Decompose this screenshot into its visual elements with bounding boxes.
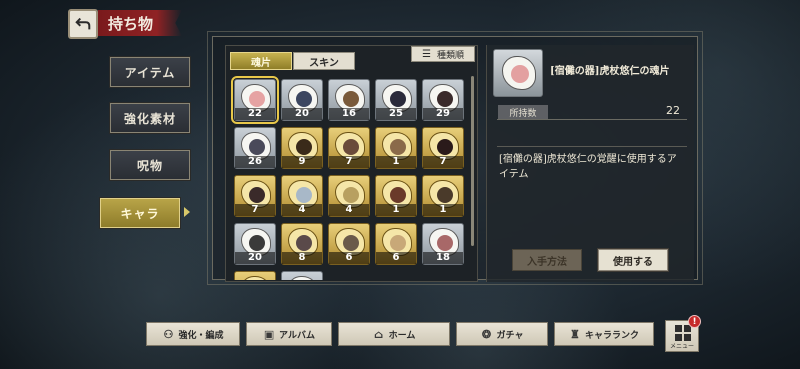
bottom-nav: ⚇ 強化・編成 ▣ アルバム ⌂ ホーム ❂ ガチャ ♜ キャラランク: [146, 322, 660, 346]
nav-rank-label: キャラランク: [584, 330, 639, 341]
active-tab-arrow-icon: [184, 207, 190, 217]
item-slot[interactable]: 22: [231, 76, 279, 124]
item-count: 1: [423, 204, 463, 216]
back-arrow-icon: [75, 17, 91, 30]
item-count: 16: [329, 108, 369, 120]
soul-fragment-icon: [502, 56, 536, 90]
item-count: 4: [282, 204, 322, 216]
soul-fragment-icon: [241, 276, 271, 280]
item-count: 20: [282, 108, 322, 120]
side-tab-cursed-object[interactable]: 呪物: [109, 149, 191, 181]
obtain-method-button[interactable]: 入手方法: [512, 249, 582, 271]
item-slot[interactable]: 6: [328, 223, 370, 265]
item-count: 6: [376, 252, 416, 264]
tab-soul-fragment[interactable]: 魂片: [230, 52, 292, 70]
item-slot[interactable]: 29: [422, 79, 464, 121]
item-count: 8: [282, 252, 322, 264]
item-slot[interactable]: 4: [328, 175, 370, 217]
item-slot[interactable]: [234, 271, 276, 280]
item-slot[interactable]: 8: [281, 223, 323, 265]
side-tab-material[interactable]: 強化素材: [109, 102, 191, 134]
item-slot[interactable]: 1: [375, 175, 417, 217]
item-slot[interactable]: 4: [281, 175, 323, 217]
detail-divider: [497, 146, 687, 147]
nav-gacha-button[interactable]: ❂ ガチャ: [456, 322, 548, 346]
detail-description: [宿儺の器]虎杖悠仁の覚醒に使用するアイテム: [499, 154, 677, 180]
page-title: 持ち物: [98, 10, 182, 36]
item-slot[interactable]: 1: [422, 175, 464, 217]
item-count: 1: [376, 156, 416, 168]
menu-grid-icon: [675, 325, 691, 341]
sort-icon: ☰: [422, 48, 431, 60]
grid-scrollbar[interactable]: [471, 76, 474, 246]
nav-album-label: アルバム: [279, 330, 315, 341]
item-slot[interactable]: 7: [422, 127, 464, 169]
item-slot[interactable]: 20: [234, 223, 276, 265]
sort-button[interactable]: ☰ 種類順: [411, 46, 475, 62]
menu-label: メニュー: [669, 343, 694, 350]
item-count: 7: [423, 156, 463, 168]
item-count: 7: [235, 204, 275, 216]
sort-button-label: 種類順: [436, 50, 464, 61]
album-icon: ▣: [263, 327, 275, 341]
owned-label: 所持数: [498, 105, 548, 119]
item-count: 22: [235, 108, 275, 120]
back-button[interactable]: [68, 9, 98, 39]
nav-home-button[interactable]: ⌂ ホーム: [338, 322, 450, 346]
soul-fragment-icon: [288, 276, 318, 280]
nav-gacha-label: ガチャ: [496, 330, 524, 341]
item-slot[interactable]: 6: [375, 223, 417, 265]
item-slot[interactable]: [281, 271, 323, 280]
gacha-icon: ❂: [481, 327, 492, 341]
side-tab-item[interactable]: アイテム: [109, 56, 191, 88]
item-slot[interactable]: 18: [422, 223, 464, 265]
notification-badge: !: [688, 315, 701, 328]
item-slot[interactable]: 7: [328, 127, 370, 169]
nav-rank-button[interactable]: ♜ キャラランク: [554, 322, 654, 346]
item-slot[interactable]: 1: [375, 127, 417, 169]
tab-skin[interactable]: スキン: [293, 52, 355, 70]
item-count: 20: [235, 252, 275, 264]
item-count: 26: [235, 156, 275, 168]
item-slot[interactable]: 25: [375, 79, 417, 121]
item-slot[interactable]: 20: [281, 79, 323, 121]
nav-enhance-label: 強化・編成: [178, 330, 224, 341]
item-count: 7: [329, 156, 369, 168]
detail-item-name: [宿儺の器]虎杖悠仁の魂片: [550, 66, 670, 77]
home-icon: ⌂: [374, 327, 384, 341]
item-slot[interactable]: 26: [234, 127, 276, 169]
item-count: 29: [423, 108, 463, 120]
enhance-icon: ⚇: [163, 327, 174, 341]
detail-thumbnail: [493, 49, 543, 97]
item-count: 9: [282, 156, 322, 168]
nav-enhance-button[interactable]: ⚇ 強化・編成: [146, 322, 240, 346]
item-count: 18: [423, 252, 463, 264]
side-tab-character[interactable]: キャラ: [99, 197, 181, 229]
item-grid[interactable]: 22 20 16 25 29 26 9 7 1 7 7 4 4 1 1 20 8 6 6 18: [229, 74, 469, 280]
item-slot[interactable]: 7: [234, 175, 276, 217]
item-count: 25: [376, 108, 416, 120]
rank-icon: ♜: [570, 327, 580, 341]
owned-count: 22: [666, 104, 680, 117]
item-slot[interactable]: 9: [281, 127, 323, 169]
item-count: 1: [376, 204, 416, 216]
nav-home-label: ホーム: [388, 330, 416, 341]
item-slot[interactable]: 16: [328, 79, 370, 121]
nav-album-button[interactable]: ▣ アルバム: [246, 322, 332, 346]
item-count: 6: [329, 252, 369, 264]
item-count: 4: [329, 204, 369, 216]
use-button[interactable]: 使用する: [598, 249, 668, 271]
